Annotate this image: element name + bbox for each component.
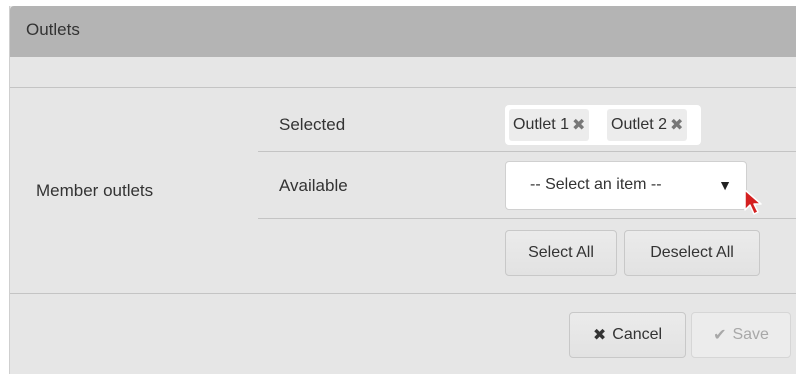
select-value: -- Select an item -- bbox=[530, 176, 662, 193]
remove-icon[interactable]: ✖ bbox=[670, 115, 683, 135]
chip-outlet-1: Outlet 1 ✖ bbox=[509, 109, 590, 141]
chip-label: Outlet 1 bbox=[513, 116, 570, 133]
selected-label: Selected bbox=[279, 115, 346, 134]
dropdown-arrow-icon[interactable]: ▼ bbox=[718, 177, 732, 193]
selected-items-box: Outlet 1 ✖ Outlet 2 ✖ bbox=[505, 105, 701, 145]
select-all-button[interactable]: Select All bbox=[505, 230, 617, 276]
mouse-cursor-icon bbox=[744, 189, 762, 215]
chip-outlet-2: Outlet 2 ✖ bbox=[607, 109, 688, 141]
available-label: Available bbox=[279, 176, 348, 195]
chip-label: Outlet 2 bbox=[611, 116, 668, 133]
panel-header: Outlets bbox=[10, 6, 796, 57]
remove-icon[interactable]: ✖ bbox=[572, 115, 585, 135]
available-outlet-select[interactable]: -- Select an item -- ▼ bbox=[505, 161, 747, 210]
cancel-label: Cancel bbox=[612, 326, 663, 343]
member-outlets-label: Member outlets bbox=[36, 181, 154, 200]
close-icon: ✖ bbox=[592, 327, 607, 344]
divider-footer bbox=[10, 293, 796, 294]
checkmark-icon: ✔ bbox=[713, 327, 727, 344]
save-button[interactable]: ✔ Save bbox=[691, 312, 791, 358]
divider-available bbox=[258, 218, 796, 219]
panel-title: Outlets bbox=[26, 20, 80, 39]
divider-selected bbox=[258, 151, 796, 152]
save-label: Save bbox=[732, 326, 769, 343]
divider-top bbox=[10, 87, 796, 88]
cancel-button[interactable]: ✖ Cancel bbox=[569, 312, 686, 358]
deselect-all-button[interactable]: Deselect All bbox=[624, 230, 760, 276]
outlets-panel: Outlets Member outlets Selected Availabl… bbox=[9, 6, 796, 374]
deselect-all-label: Deselect All bbox=[650, 244, 734, 261]
select-all-label: Select All bbox=[528, 244, 594, 261]
